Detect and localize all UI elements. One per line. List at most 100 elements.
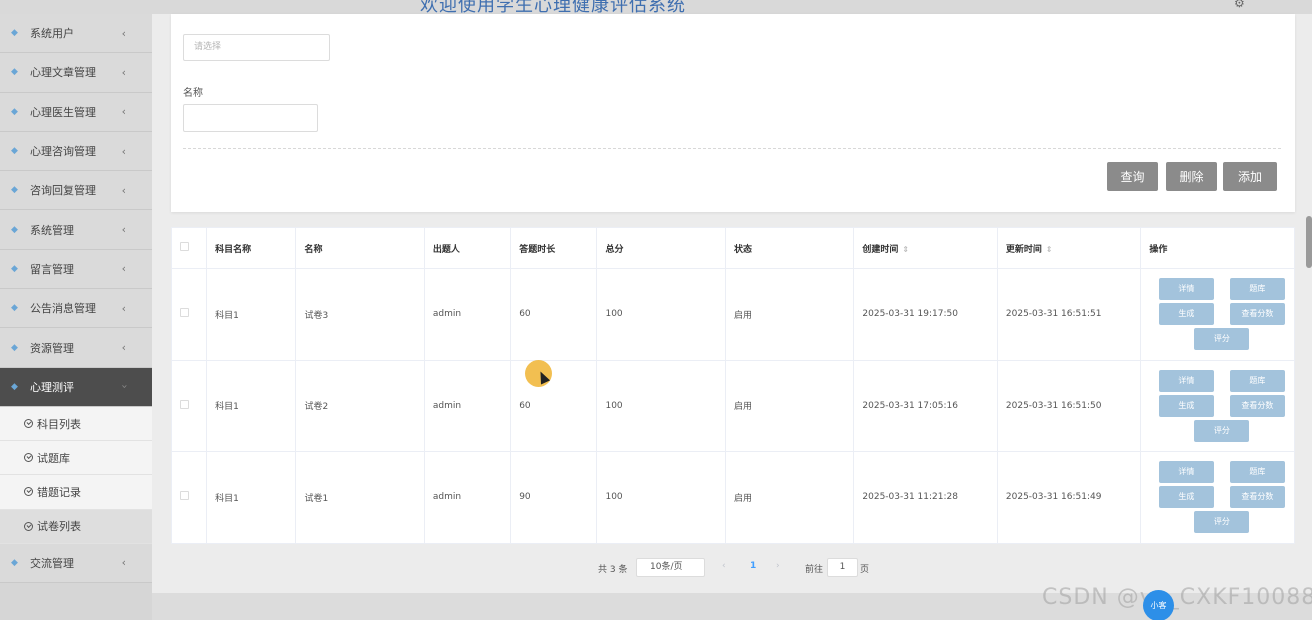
cell-subject: 科目1 [206, 268, 297, 361]
sidebar-item-articles[interactable]: ◆ 心理文章管理 ‹ [0, 53, 152, 93]
view-score-button[interactable]: 查看分数 [1229, 303, 1285, 326]
question-bank-button[interactable]: 题库 [1229, 369, 1285, 392]
goto-suffix: 页 [860, 565, 870, 575]
app-header: 欢迎使用学生心理健康评估系统 ⚙ [0, 0, 1312, 14]
search-panel: 请选择 名称 查询 删除 添加 [171, 14, 1295, 212]
question-bank-button[interactable]: 题库 [1229, 461, 1285, 484]
sidebar-item-label: 系统用户 [30, 27, 74, 41]
sort-icon[interactable]: ⇕ [902, 245, 909, 254]
cell-name: 试卷2 [295, 359, 425, 453]
cell-status: 启用 [724, 268, 855, 361]
sidebar-item-label: 留言管理 [30, 262, 74, 276]
cell-duration: 60 [510, 268, 598, 361]
page-size-select[interactable]: 10条/页 [636, 558, 705, 577]
gem-icon: ◆ [11, 381, 18, 392]
watermark-badge: 小客 [1143, 590, 1174, 620]
gem-icon: ◆ [11, 28, 18, 39]
detail-button[interactable]: 详情 [1158, 278, 1214, 301]
row-checkbox-cell [170, 268, 208, 361]
chevron-left-icon: ‹ [121, 262, 126, 276]
delete-button[interactable]: 删除 [1166, 162, 1217, 191]
detail-button[interactable]: 详情 [1158, 461, 1214, 484]
sidebar-subitem-label: 试题库 [37, 451, 70, 465]
cell-author: admin [423, 268, 512, 361]
cell-updated: 2025-03-31 16:51:51 [996, 268, 1142, 361]
header-checkbox-cell [170, 227, 208, 269]
view-score-button[interactable]: 查看分数 [1229, 394, 1285, 417]
row-checkbox[interactable] [180, 399, 189, 409]
sidebar-item-assessment[interactable]: ◆ 心理测评 ‹ [0, 367, 152, 407]
sidebar-subitem-papers[interactable]: 试卷列表 [0, 509, 152, 544]
gem-icon: ◆ [11, 185, 18, 196]
generate-button[interactable]: 生成 [1158, 486, 1214, 509]
sidebar-subitem-question-bank[interactable]: 试题库 [0, 441, 152, 476]
cell-name: 试卷3 [295, 268, 425, 361]
user-settings-icon[interactable]: ⚙ [1234, 0, 1245, 10]
col-author: 出题人 [423, 227, 512, 269]
col-actions: 操作 [1140, 227, 1295, 269]
detail-button[interactable]: 详情 [1158, 369, 1214, 392]
table-row: 科目1 试卷3 admin 60 100 启用 2025-03-31 19:17… [170, 268, 1295, 361]
sidebar-item-system-users[interactable]: ◆ 系统用户 ‹ [0, 14, 152, 54]
name-label: 名称 [183, 88, 203, 99]
sidebar-item-consultations[interactable]: ◆ 心理咨询管理 ‹ [0, 131, 152, 172]
sidebar-item-replies[interactable]: ◆ 咨询回复管理 ‹ [0, 171, 152, 211]
check-circle-icon [24, 419, 33, 429]
cell-subject: 科目1 [206, 359, 297, 453]
sidebar-item-exchange[interactable]: ◆ 交流管理 ‹ [0, 543, 152, 584]
col-created[interactable]: 创建时间 ⇕ [853, 227, 998, 269]
sidebar-item-messages[interactable]: ◆ 留言管理 ‹ [0, 249, 152, 290]
col-updated-label: 更新时间 [1005, 244, 1042, 255]
chevron-left-icon: ‹ [121, 105, 126, 119]
prev-page-icon[interactable]: ‹ [722, 561, 726, 571]
row-checkbox-cell [170, 359, 208, 453]
question-bank-button[interactable]: 题库 [1229, 278, 1285, 301]
sort-icon[interactable]: ⇕ [1046, 245, 1053, 254]
check-circle-icon [24, 487, 33, 497]
cell-score: 100 [596, 359, 726, 453]
sidebar-item-resources[interactable]: ◆ 资源管理 ‹ [0, 328, 152, 368]
name-input[interactable] [183, 104, 318, 132]
sidebar-item-label: 系统管理 [30, 223, 74, 237]
query-button[interactable]: 查询 [1107, 162, 1158, 191]
cell-name: 试卷1 [295, 451, 425, 544]
pagination-total: 共 3 条 [598, 565, 628, 575]
sidebar-item-label: 资源管理 [30, 341, 74, 355]
gem-icon: ◆ [11, 263, 18, 274]
gem-icon: ◆ [11, 146, 18, 157]
sidebar-item-label: 公告消息管理 [30, 302, 96, 316]
page-number-current[interactable]: 1 [750, 561, 756, 571]
chevron-left-icon: ‹ [121, 341, 126, 355]
col-updated[interactable]: 更新时间 ⇕ [996, 227, 1142, 269]
next-page-icon[interactable]: › [776, 561, 780, 571]
row-checkbox[interactable] [180, 308, 189, 318]
sidebar-subitem-subjects[interactable]: 科目列表 [0, 406, 152, 442]
sidebar-item-system[interactable]: ◆ 系统管理 ‹ [0, 210, 152, 250]
sidebar-item-doctors[interactable]: ◆ 心理医生管理 ‹ [0, 92, 152, 132]
check-circle-icon [24, 521, 33, 531]
grade-button[interactable]: 评分 [1194, 419, 1250, 442]
generate-button[interactable]: 生成 [1158, 303, 1214, 326]
generate-button[interactable]: 生成 [1158, 394, 1214, 417]
subject-select[interactable]: 请选择 [183, 34, 330, 61]
app-title: 欢迎使用学生心理健康评估系统 [420, 0, 686, 14]
table-row: 科目1 试卷2 admin 60 100 启用 2025-03-31 17:05… [170, 359, 1295, 453]
goto-label: 前往 [805, 565, 824, 575]
gem-icon: ◆ [11, 67, 18, 78]
grade-button[interactable]: 评分 [1194, 511, 1250, 534]
cell-status: 启用 [724, 359, 855, 453]
sidebar-subitem-wrong-records[interactable]: 错题记录 [0, 475, 152, 510]
scrollbar-handle[interactable] [1306, 216, 1312, 268]
table-row: 科目1 试卷1 admin 90 100 启用 2025-03-31 11:21… [170, 451, 1295, 544]
add-button[interactable]: 添加 [1223, 162, 1277, 191]
select-all-checkbox[interactable] [180, 242, 189, 251]
sidebar-item-label: 心理医生管理 [30, 105, 96, 119]
cell-actions: 详情 题库 生成 查看分数 评分 [1140, 268, 1295, 361]
cell-actions: 详情 题库 生成 查看分数 评分 [1140, 359, 1295, 453]
view-score-button[interactable]: 查看分数 [1229, 486, 1285, 509]
goto-page-input[interactable]: 1 [827, 558, 858, 577]
grade-button[interactable]: 评分 [1194, 328, 1250, 351]
row-checkbox[interactable] [180, 491, 189, 501]
sidebar-item-notices[interactable]: ◆ 公告消息管理 ‹ [0, 289, 152, 329]
sidebar-subitem-label: 科目列表 [37, 417, 81, 431]
